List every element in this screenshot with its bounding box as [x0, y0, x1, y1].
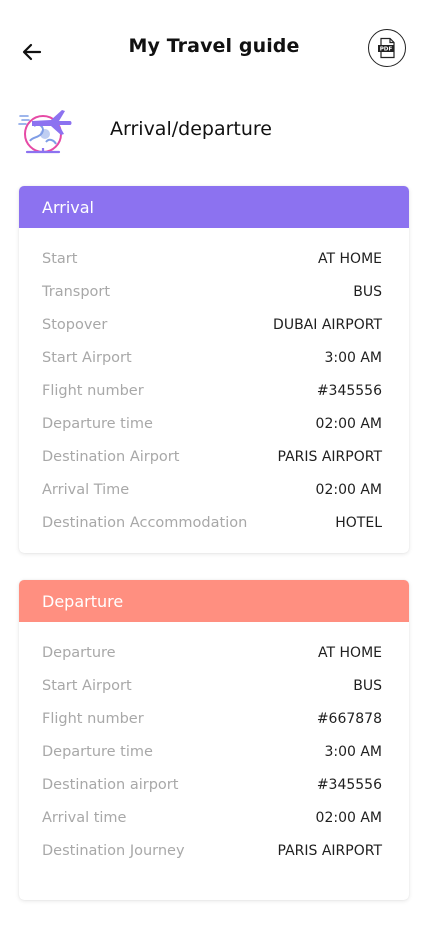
arrival-row-start: Start AT HOME [19, 243, 409, 276]
row-value: HOTEL [335, 515, 382, 531]
arrival-row-destination-airport: Destination Airport PARIS AIRPORT [19, 441, 409, 474]
arrival-row-start-airport: Start Airport 3:00 AM [19, 342, 409, 375]
row-label: Departure [42, 645, 116, 661]
departure-row-destination-airport: Destination airport #345556 [19, 769, 409, 802]
departure-row-departure-time: Departure time 3:00 AM [19, 736, 409, 769]
row-label: Start Airport [42, 350, 132, 366]
row-label: Arrival Time [42, 482, 130, 498]
row-value: #667878 [316, 711, 382, 727]
row-label: Destination airport [42, 777, 179, 793]
row-label: Flight number [42, 383, 144, 399]
arrival-row-departure-time: Departure time 02:00 AM [19, 408, 409, 441]
row-value: AT HOME [318, 645, 382, 661]
row-value: 3:00 AM [324, 350, 382, 366]
pdf-icon: PDF [378, 37, 395, 59]
arrival-row-destination-accommodation: Destination Accommodation HOTEL [19, 507, 409, 540]
departure-row-start-airport: Start Airport BUS [19, 670, 409, 703]
row-value: AT HOME [318, 251, 382, 267]
departure-row-departure: Departure AT HOME [19, 637, 409, 670]
departure-row-destination-journey: Destination Journey PARIS AIRPORT [19, 835, 409, 868]
departure-rows: Departure AT HOME Start Airport BUS Flig… [19, 622, 409, 868]
section-title: Arrival/departure [110, 118, 272, 140]
arrival-row-stopover: Stopover DUBAI AIRPORT [19, 309, 409, 342]
app-header: My Travel guide PDF [0, 0, 428, 96]
departure-row-flight-number: Flight number #667878 [19, 703, 409, 736]
row-value: #345556 [316, 777, 382, 793]
row-label: Destination Airport [42, 449, 180, 465]
departure-card: Departure Departure AT HOME Start Airpor… [19, 580, 409, 900]
row-value: PARIS AIRPORT [277, 449, 382, 465]
row-label: Departure time [42, 744, 153, 760]
row-label: Stopover [42, 317, 108, 333]
departure-row-arrival-time: Arrival time 02:00 AM [19, 802, 409, 835]
row-value: PARIS AIRPORT [277, 843, 382, 859]
row-value: BUS [353, 284, 382, 300]
row-label: Start [42, 251, 78, 267]
arrival-row-arrival-time: Arrival Time 02:00 AM [19, 474, 409, 507]
row-label: Transport [42, 284, 111, 300]
row-value: DUBAI AIRPORT [273, 317, 382, 333]
arrival-card-header: Arrival [19, 186, 409, 228]
arrival-row-transport: Transport BUS [19, 276, 409, 309]
row-value: 02:00 AM [315, 810, 382, 826]
row-label: Departure time [42, 416, 153, 432]
row-label: Start Airport [42, 678, 132, 694]
arrival-rows: Start AT HOME Transport BUS Stopover DUB… [19, 228, 409, 540]
export-pdf-button[interactable]: PDF [368, 29, 406, 67]
section-heading: Arrival/departure [18, 104, 410, 158]
page-title: My Travel guide [128, 35, 300, 57]
row-value: BUS [353, 678, 382, 694]
departure-card-header: Departure [19, 580, 409, 622]
row-value: 3:00 AM [324, 744, 382, 760]
row-value: 02:00 AM [315, 416, 382, 432]
arrival-card: Arrival Start AT HOME Transport BUS Stop… [19, 186, 409, 553]
row-value: #345556 [316, 383, 382, 399]
row-label: Destination Accommodation [42, 515, 248, 531]
airplane-globe-icon [18, 110, 72, 154]
row-label: Arrival time [42, 810, 127, 826]
row-label: Flight number [42, 711, 144, 727]
pdf-icon-text: PDF [380, 47, 393, 53]
row-label: Destination Journey [42, 843, 185, 859]
row-value: 02:00 AM [315, 482, 382, 498]
arrival-row-flight-number: Flight number #345556 [19, 375, 409, 408]
